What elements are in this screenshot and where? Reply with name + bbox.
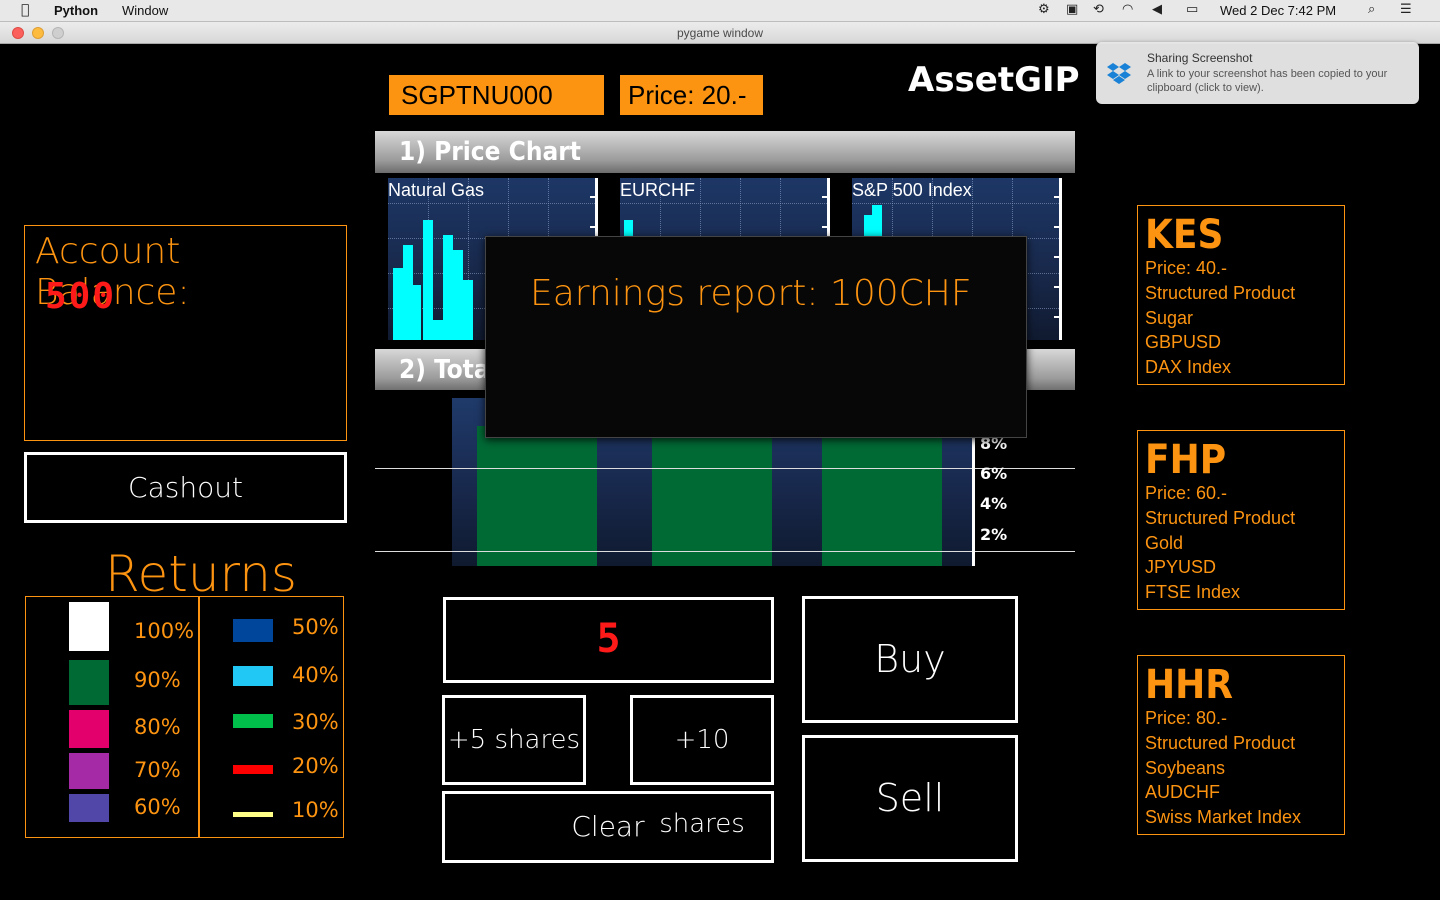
legend-swatch bbox=[233, 765, 273, 774]
quantity-value: 5 bbox=[596, 616, 621, 662]
asset-commodity: Soybeans bbox=[1145, 758, 1226, 778]
asset-name: FHP bbox=[1145, 437, 1227, 483]
legend-swatch bbox=[233, 714, 273, 728]
asset-currency: GBPUSD bbox=[1145, 332, 1222, 352]
chart-bar bbox=[463, 280, 473, 340]
asset-type: Structured Product bbox=[1145, 283, 1296, 303]
cashout-button[interactable]: Cashout bbox=[24, 452, 347, 523]
chart-bar bbox=[477, 426, 597, 566]
menu-window[interactable]: Window bbox=[122, 3, 168, 18]
buy-button[interactable]: Buy bbox=[802, 596, 1018, 723]
asset-commodity: Gold bbox=[1145, 533, 1184, 553]
dropbox-icon bbox=[1107, 63, 1131, 84]
asset-card-kes[interactable]: KES Price: 40.- Structured Product Sugar… bbox=[1137, 205, 1345, 385]
chart-bar bbox=[453, 250, 463, 340]
asset-type: Structured Product bbox=[1145, 508, 1296, 528]
legend-swatch bbox=[69, 753, 109, 789]
chart-bar bbox=[443, 235, 453, 340]
add-10-shares-button[interactable]: +10 shares bbox=[630, 695, 774, 839]
earnings-report-message: Earnings report: 100CHF bbox=[530, 273, 972, 314]
asset-commodity: Sugar bbox=[1145, 308, 1194, 328]
legend-swatch bbox=[233, 812, 273, 817]
legend-label: 30% bbox=[292, 710, 339, 734]
legend-swatch bbox=[69, 794, 109, 822]
legend-label: 60% bbox=[134, 795, 181, 819]
asset-index: Swiss Market Index bbox=[1145, 807, 1302, 827]
asset-index: FTSE Index bbox=[1145, 582, 1241, 602]
menu-app-python[interactable]: Python bbox=[54, 3, 98, 18]
asset-card-hhr[interactable]: HHR Price: 80.- Structured Product Soybe… bbox=[1137, 655, 1345, 835]
earnings-report-popup: Earnings report: 100CHF bbox=[485, 236, 1027, 438]
legend-label: 40% bbox=[292, 663, 339, 687]
account-balance-panel: Account Balance: 500 bbox=[24, 225, 347, 441]
y-axis-label: 4% bbox=[980, 494, 1008, 513]
volume-icon[interactable]: ◀ bbox=[1152, 2, 1162, 17]
time-machine-icon[interactable]: ⟲ bbox=[1093, 2, 1104, 17]
asset-card-fhp[interactable]: FHP Price: 60.- Structured Product Gold … bbox=[1137, 430, 1345, 610]
notification-center-icon[interactable]: ☰ bbox=[1400, 2, 1412, 17]
legend-label: 50% bbox=[292, 615, 339, 639]
asset-price: Price: 40.- bbox=[1145, 258, 1228, 278]
chart-bar bbox=[413, 285, 421, 340]
ticker-symbol: SGPTNU000 bbox=[389, 75, 604, 115]
clock[interactable]: Wed 2 Dec 7:42 PM bbox=[1220, 3, 1336, 18]
account-balance-value: 500 bbox=[45, 276, 117, 317]
legend-label: 10% bbox=[292, 798, 339, 822]
menu-bar:  Python Window ⚙ ▣ ⟲ ◠ ◀ ▭ Wed 2 Dec 7:… bbox=[0, 0, 1440, 22]
legend-swatch bbox=[233, 666, 273, 686]
asset-currency: JPYUSD bbox=[1145, 557, 1217, 577]
asset-index: DAX Index bbox=[1145, 357, 1232, 377]
mini-chart-title: Natural Gas bbox=[388, 180, 485, 200]
notification-body: A link to your screenshot has been copie… bbox=[1147, 68, 1388, 94]
window-title: pygame window bbox=[676, 26, 764, 40]
chart-bar bbox=[403, 245, 413, 340]
legend-label: 90% bbox=[134, 668, 181, 692]
wifi-icon[interactable]: ◠ bbox=[1122, 2, 1133, 17]
sell-button[interactable]: Sell bbox=[802, 735, 1018, 862]
asset-name: KES bbox=[1145, 212, 1224, 258]
apple-icon[interactable]:  bbox=[21, 2, 29, 18]
legend-label: 20% bbox=[292, 754, 339, 778]
brand-logo: AssetGIP bbox=[908, 60, 1080, 100]
asset-type: Structured Product bbox=[1145, 733, 1296, 753]
mini-chart-title: EURCHF bbox=[620, 180, 695, 200]
asset-price: Price: 60.- bbox=[1145, 483, 1228, 503]
battery-icon[interactable]: ▭ bbox=[1186, 2, 1198, 17]
ticker-price: Price: 20.- bbox=[620, 75, 763, 115]
spotlight-search-icon[interactable]: ⌕ bbox=[1368, 2, 1375, 17]
quantity-display: 5 bbox=[443, 597, 774, 683]
asset-price: Price: 80.- bbox=[1145, 708, 1228, 728]
chart-bar bbox=[822, 426, 942, 566]
chart-bar bbox=[652, 426, 772, 566]
y-axis-label: 6% bbox=[980, 464, 1008, 483]
mini-chart-title: S&P 500 Index bbox=[852, 180, 972, 200]
y-axis-label: 2% bbox=[980, 525, 1008, 544]
legend-label: 100% bbox=[134, 619, 195, 643]
screenshot-notification[interactable]: Sharing Screenshot A link to your screen… bbox=[1096, 42, 1419, 104]
asset-name: HHR bbox=[1145, 662, 1233, 708]
chart-bar bbox=[433, 320, 443, 340]
asset-currency: AUDCHF bbox=[1145, 782, 1220, 802]
window-titlebar: pygame window bbox=[0, 22, 1440, 44]
notification-title: Sharing Screenshot bbox=[1147, 51, 1253, 65]
price-chart-header: 1) Price Chart bbox=[375, 131, 1075, 173]
chart-bar bbox=[423, 220, 433, 340]
legend-swatch bbox=[69, 660, 109, 705]
legend-label: 70% bbox=[134, 758, 181, 782]
add-5-shares-button[interactable]: +5 shares bbox=[442, 695, 586, 785]
chart-bar bbox=[393, 268, 403, 340]
legend-swatch bbox=[69, 602, 109, 651]
legend-swatch bbox=[69, 710, 109, 748]
status-sync-icon[interactable]: ⚙ bbox=[1038, 2, 1050, 17]
legend-swatch bbox=[233, 619, 273, 642]
status-clipboard-icon[interactable]: ▣ bbox=[1066, 2, 1078, 17]
clear-button[interactable]: Clear bbox=[442, 791, 774, 863]
returns-title: Returns bbox=[105, 545, 297, 603]
legend-label: 80% bbox=[134, 715, 181, 739]
